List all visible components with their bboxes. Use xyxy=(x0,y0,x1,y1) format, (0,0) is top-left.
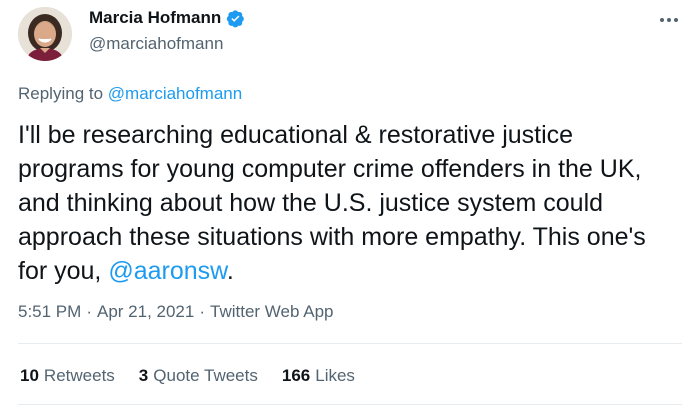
avatar[interactable] xyxy=(18,7,72,61)
meta-separator-2: · xyxy=(199,302,206,321)
tweet-date[interactable]: Apr 21, 2021 xyxy=(97,302,194,321)
reply-prefix: Replying to xyxy=(18,84,108,103)
reply-handle-link[interactable]: @marciahofmann xyxy=(108,84,242,103)
tweet-body-end: . xyxy=(226,257,234,285)
reply-context: Replying to @marciahofmann xyxy=(18,84,242,104)
tweet-source-link[interactable]: Twitter Web App xyxy=(210,302,333,321)
retweets-stat[interactable]: 10 Retweets xyxy=(20,366,115,386)
likes-stat[interactable]: 166 Likes xyxy=(282,366,355,386)
quote-tweets-stat[interactable]: 3 Quote Tweets xyxy=(139,366,258,386)
author-name-row: Marcia Hofmann xyxy=(89,8,245,28)
retweets-count: 10 xyxy=(20,366,39,385)
quote-tweets-count: 3 xyxy=(138,366,149,385)
verified-badge-icon xyxy=(226,9,245,28)
mention-link[interactable]: @aaronsw xyxy=(108,257,227,285)
author-name[interactable]: Marcia Hofmann xyxy=(89,8,221,28)
tweet-text: I'll be researching educational & restor… xyxy=(18,118,668,288)
quote-tweets-label: Quote Tweets xyxy=(153,366,258,385)
divider-top xyxy=(18,343,682,344)
likes-count: 166 xyxy=(281,366,311,385)
tweet-time[interactable]: 5:51 PM xyxy=(18,302,81,321)
likes-label: Likes xyxy=(315,366,355,385)
meta-separator: · xyxy=(86,302,92,321)
avatar-image xyxy=(18,7,72,61)
engagement-stats: 10 Retweets 3 Quote Tweets 166 Likes xyxy=(20,366,355,386)
tweet-meta: 5:51 PM · Apr 21, 2021 · Twitter Web App xyxy=(18,302,333,322)
retweets-label: Retweets xyxy=(43,366,115,385)
more-options-icon[interactable] xyxy=(656,10,682,30)
tweet-card: Marcia Hofmann @marciahofmann Replying t… xyxy=(0,0,700,414)
divider-bottom xyxy=(18,404,682,405)
author-handle[interactable]: @marciahofmann xyxy=(89,34,223,54)
